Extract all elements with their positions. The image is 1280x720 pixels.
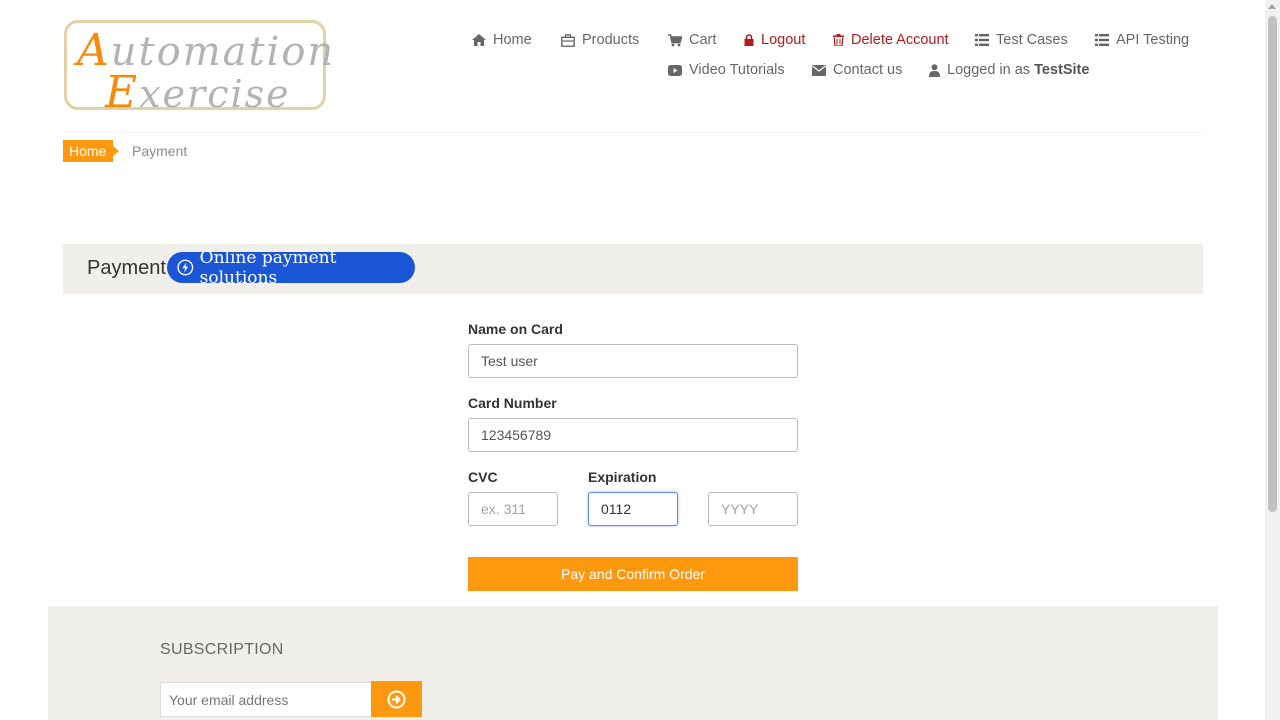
logo-line-2: Exercise [105, 67, 291, 118]
nav-test-cases[interactable]: Test Cases [975, 32, 1068, 48]
subscription-title: SUBSCRIPTION [160, 641, 284, 658]
name-on-card-label: Name on Card [468, 321, 563, 337]
shopping-cart-icon [668, 33, 682, 46]
cvc-label: CVC [468, 469, 498, 485]
online-payment-badge: Online payment solutions [167, 248, 415, 288]
nav-api-testing[interactable]: API Testing [1095, 32, 1189, 48]
lock-icon [744, 34, 754, 46]
trash-icon [833, 34, 844, 46]
subscribe-button[interactable] [371, 681, 422, 717]
expiration-month-input[interactable] [588, 492, 678, 526]
page-title: Payment [87, 257, 166, 279]
envelope-icon [812, 64, 826, 76]
list-icon [1095, 34, 1109, 46]
username: TestSite [1034, 62, 1090, 78]
site-logo[interactable]: Automation Exercise [64, 20, 333, 118]
scroll-up-arrow-icon[interactable] [1268, 4, 1276, 9]
subscription-email-input[interactable] [160, 682, 372, 717]
briefcase-icon [561, 33, 575, 47]
lightning-bolt-icon [177, 259, 194, 276]
nav-products[interactable]: Products [561, 32, 639, 48]
pay-and-confirm-button[interactable]: Pay and Confirm Order [468, 557, 798, 591]
cvc-input[interactable] [468, 492, 558, 526]
breadcrumb-current: Payment [132, 143, 188, 159]
card-number-input[interactable] [468, 418, 798, 452]
expiration-year-input[interactable] [708, 492, 798, 526]
nav-cart[interactable]: Cart [668, 32, 716, 48]
home-icon [472, 34, 486, 46]
expiration-label: Expiration [588, 469, 657, 485]
nav-home[interactable]: Home [472, 32, 532, 48]
breadcrumb-home[interactable]: Home [63, 140, 119, 162]
youtube-play-icon [668, 64, 682, 76]
page-scrollbar[interactable] [1265, 0, 1280, 720]
scrollbar-thumb[interactable] [1268, 16, 1277, 512]
nav-delete-account[interactable]: Delete Account [833, 32, 949, 48]
arrow-circle-right-icon [387, 690, 406, 708]
nav-contact-us[interactable]: Contact us [812, 62, 902, 78]
name-on-card-input[interactable] [468, 344, 798, 378]
nav-logout[interactable]: Logout [744, 32, 805, 48]
nav-logged-in-user: Logged in as TestSite [929, 62, 1089, 78]
header-divider [63, 132, 1203, 133]
user-icon [929, 63, 940, 77]
nav-video-tutorials[interactable]: Video Tutorials [668, 62, 785, 78]
list-icon [975, 34, 989, 46]
card-number-label: Card Number [468, 395, 557, 411]
